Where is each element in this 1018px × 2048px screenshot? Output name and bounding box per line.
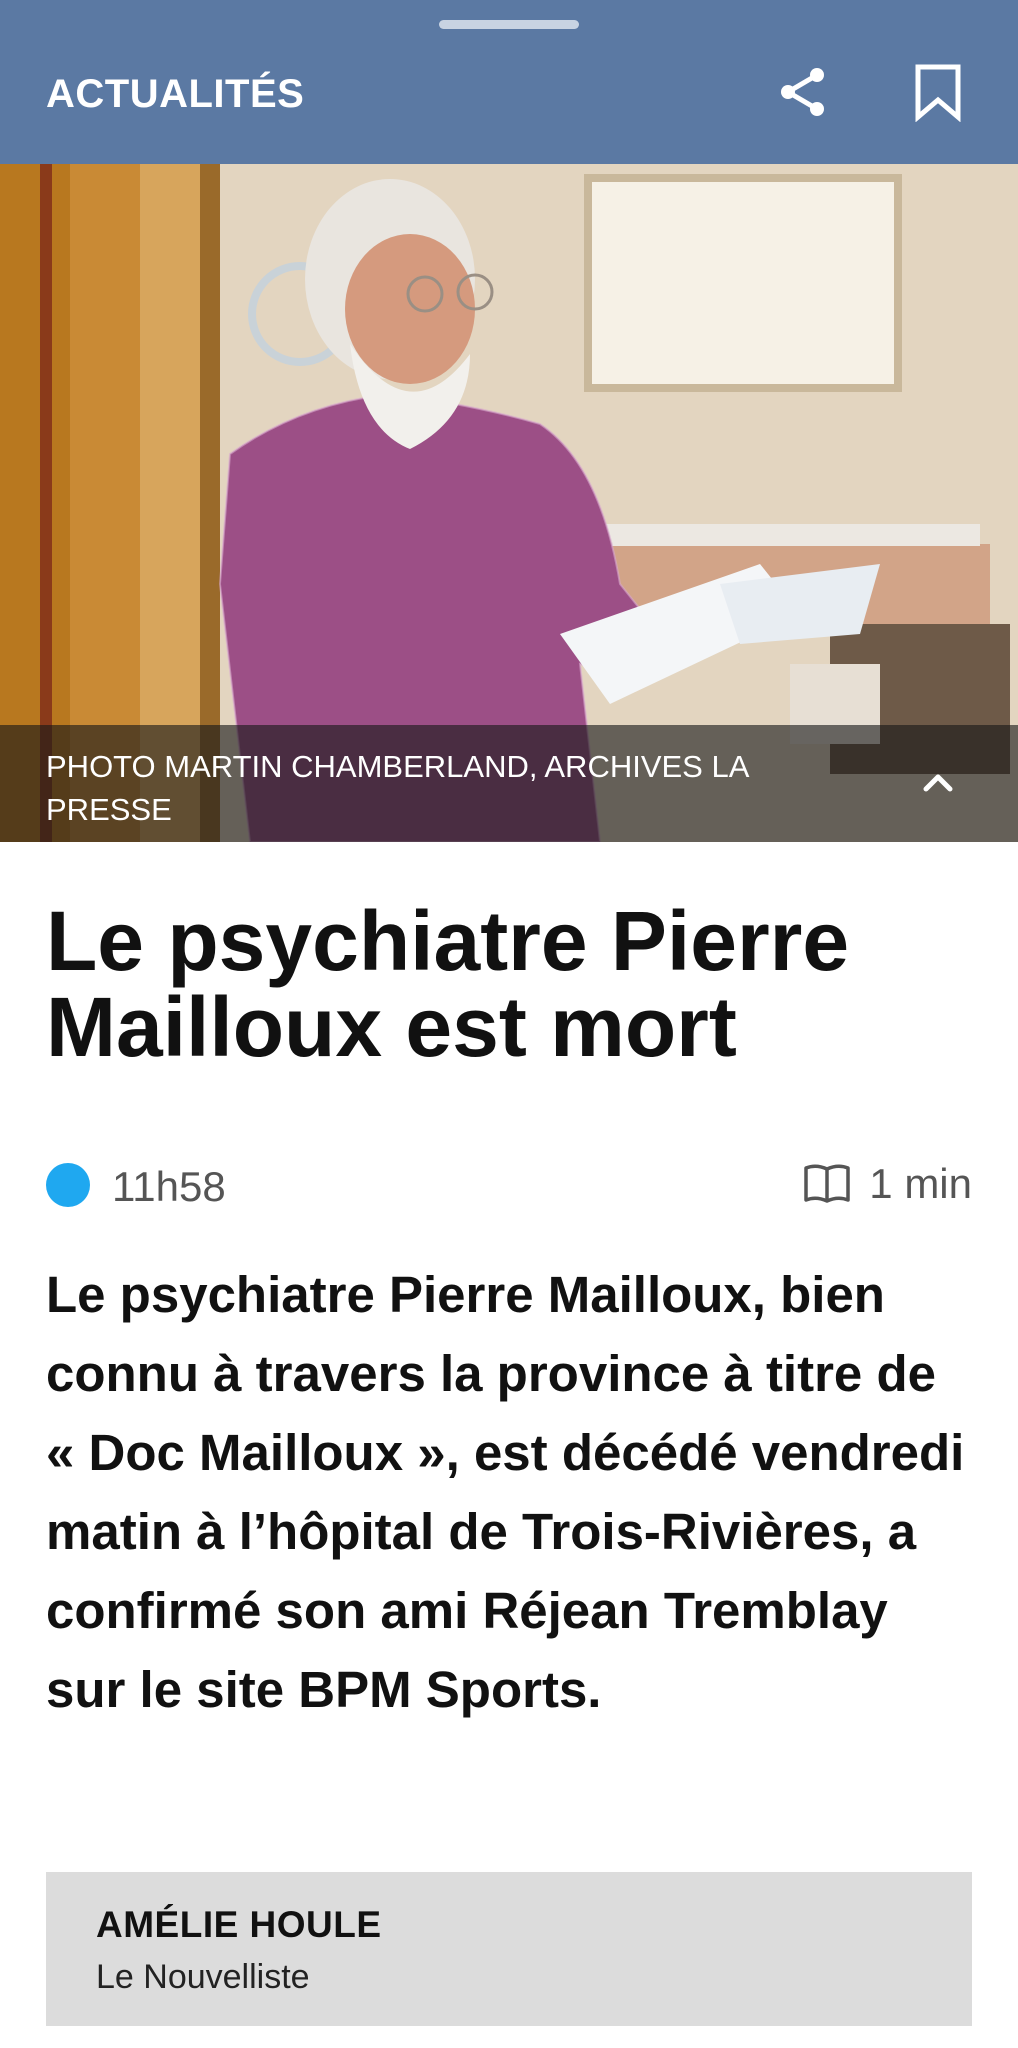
photo-caption-bar: PHOTO MARTIN CHAMBERLAND, ARCHIVES LA PR… <box>0 725 1018 842</box>
author-name: AMÉLIE HOULE <box>96 1904 382 1945</box>
section-title: ACTUALITÉS <box>46 72 305 116</box>
article-photo[interactable]: PHOTO MARTIN CHAMBERLAND, ARCHIVES LA PR… <box>0 164 1018 842</box>
sheet-grabber-handle[interactable] <box>439 20 579 29</box>
live-indicator-dot <box>46 1163 90 1207</box>
author-box[interactable]: AMÉLIE HOULE Le Nouvelliste <box>46 1872 972 2026</box>
article-lede: Le psychiatre Pierre Mailloux, bien conn… <box>46 1266 965 1718</box>
chevron-up-icon[interactable] <box>918 763 958 803</box>
article-meta: 11h58 1 min <box>46 1160 972 1210</box>
publish-time: 11h58 <box>112 1163 226 1210</box>
share-icon[interactable] <box>773 62 833 122</box>
top-bar: ACTUALITÉS <box>0 0 1018 164</box>
article-headline: Le psychiatre Pierre Mailloux est mort <box>46 894 850 1074</box>
author-organization: Le Nouvelliste <box>96 1958 310 1996</box>
bookmark-icon[interactable] <box>908 62 968 122</box>
photo-caption: PHOTO MARTIN CHAMBERLAND, ARCHIVES LA PR… <box>46 749 748 827</box>
read-time: 1 min <box>869 1160 972 1207</box>
book-icon <box>802 1160 852 1206</box>
